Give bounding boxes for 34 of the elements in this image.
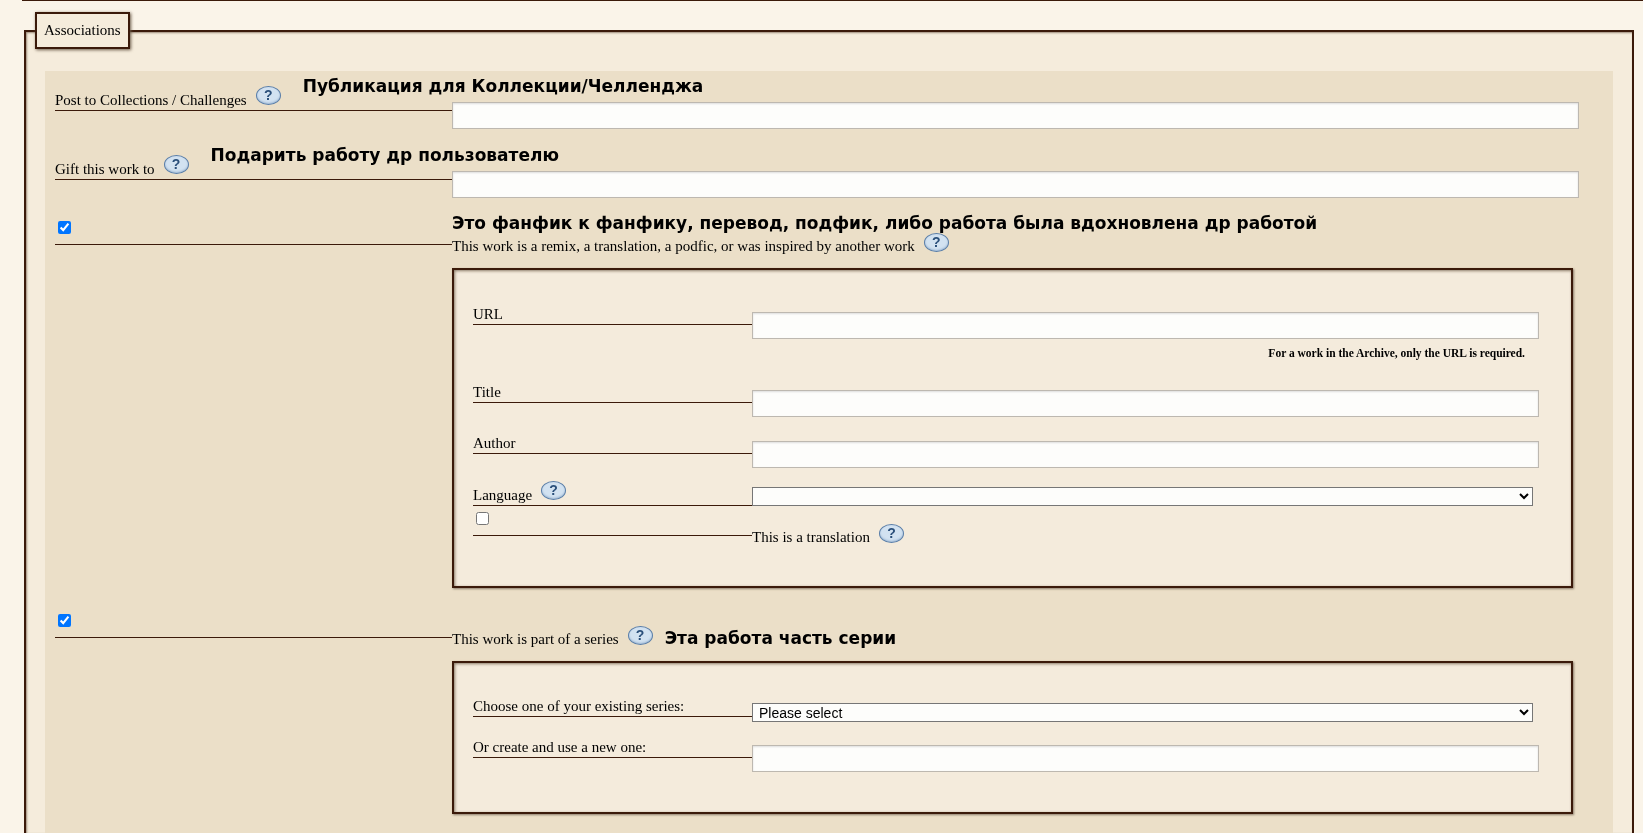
- dropdown[interactable]: [752, 487, 1533, 506]
- field-label: Post to Collections / Challenges: [55, 93, 247, 108]
- help-button[interactable]: ?: [255, 86, 281, 105]
- annotation-text: Подарить работу др пользователю: [210, 145, 559, 165]
- text-field[interactable]: [452, 171, 1579, 198]
- text-field[interactable]: [752, 312, 1539, 339]
- text-field[interactable]: [752, 441, 1539, 468]
- help-button[interactable]: ?: [878, 524, 904, 543]
- field-label: Author: [473, 436, 516, 451]
- field-label: Title: [473, 385, 501, 400]
- checkbox[interactable]: [58, 614, 71, 627]
- help-button[interactable]: ?: [541, 481, 567, 500]
- field-label: URL: [473, 307, 503, 322]
- checkbox-label: This work is a remix, a translation, a podfic, or was inspired by another work: [452, 237, 915, 255]
- text-field[interactable]: [452, 102, 1579, 129]
- help-button[interactable]: ?: [163, 155, 189, 174]
- help-button[interactable]: ?: [923, 233, 949, 252]
- checkbox-label: This is a translation: [752, 528, 870, 546]
- checkbox-label: This work is part of a series: [452, 630, 619, 648]
- dropdown[interactable]: Please select: [752, 703, 1533, 722]
- field-label: Choose one of your existing series:: [473, 699, 685, 714]
- hint-text: For a work in the Archive, only the URL is required.: [1267, 347, 1526, 359]
- annotation-text: Публикация для Коллекции/Челленджа: [302, 76, 704, 96]
- annotation-text: Это фанфик к фанфику, перевод, подфик, либо работа была вдохновлена др работой: [452, 213, 1318, 233]
- text-field[interactable]: [752, 390, 1539, 417]
- text-field[interactable]: [752, 745, 1539, 772]
- section-legend: Associations: [35, 12, 130, 49]
- field-label: Gift this work to: [55, 162, 155, 177]
- field-label: Language: [473, 488, 533, 503]
- annotation-text: Эта работа часть серии: [664, 628, 897, 648]
- help-button[interactable]: ?: [627, 626, 653, 645]
- field-label: Or create and use a new one:: [473, 740, 647, 755]
- checkbox[interactable]: [476, 512, 489, 525]
- checkbox[interactable]: [58, 221, 71, 234]
